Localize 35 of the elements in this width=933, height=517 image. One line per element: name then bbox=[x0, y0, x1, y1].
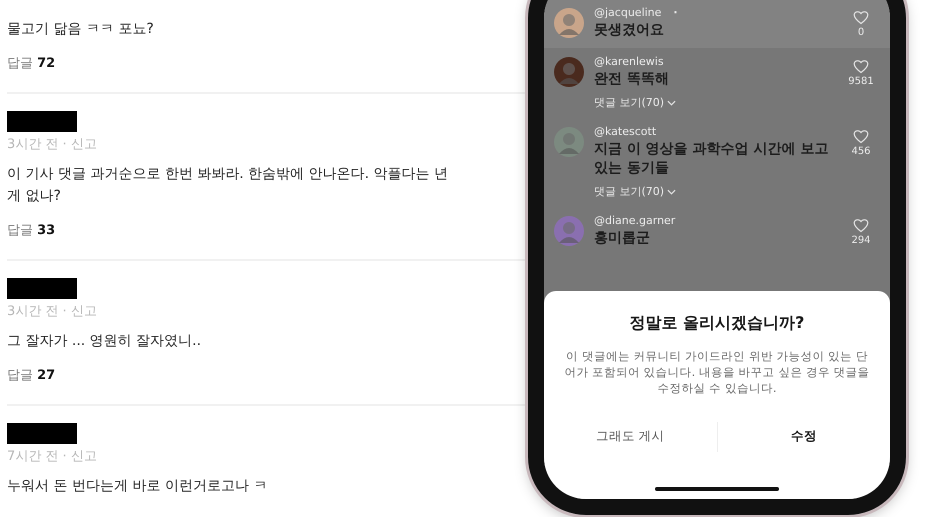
comment-handle[interactable]: @jacqueline bbox=[594, 6, 662, 19]
comment-text: 지금 이 영상을 과학수업 시간에 보고 있는 동기들 bbox=[594, 140, 830, 178]
heart-icon[interactable] bbox=[853, 59, 869, 74]
comment-text: 그 잘자가 ... 영원히 잘자였니.. bbox=[7, 332, 202, 351]
comment-text: 홍미롭군 bbox=[594, 229, 651, 248]
like-count: 0 bbox=[858, 27, 864, 38]
comment-meta: 7시간 전 · 신고 bbox=[7, 448, 98, 465]
replies-link[interactable]: 답글 27 bbox=[7, 366, 56, 384]
comment-text: 물고기 닮음 ㅋㅋ 포뇨? bbox=[7, 20, 155, 39]
chevron-icon[interactable] bbox=[667, 100, 676, 106]
chevron-icon[interactable] bbox=[667, 188, 676, 194]
like-count: 456 bbox=[851, 146, 871, 157]
view-replies-link[interactable]: 댓글 보기(70) bbox=[594, 95, 676, 110]
comment-text: 이 기사 댓글 과거순으로 한번 봐봐라. 한숨밖에 안나온다. 악플다는 년 게 없나? bbox=[7, 165, 449, 206]
dialog-title: 정말로 올리시겠습니까? bbox=[630, 313, 804, 334]
comment-text: 누워서 돈 번다는게 바로 이런거로고나 ㅋ bbox=[7, 477, 268, 496]
heart-icon[interactable] bbox=[853, 218, 869, 233]
comment-handle[interactable]: @diane.garner bbox=[594, 214, 676, 227]
post-anyway-button[interactable]: 그래도 게시 bbox=[544, 420, 716, 453]
view-replies-link[interactable]: 댓글 보기(70) bbox=[594, 184, 676, 199]
separator-dot: · bbox=[673, 6, 678, 19]
edit-button[interactable]: 수정 bbox=[718, 420, 890, 453]
heart-icon[interactable] bbox=[853, 129, 869, 144]
dialog-message: 이 댓글에는 커뮤니티 가이드라인 위반 가능성이 있는 단어가 포함되어 있습니다. 내용을 바꾸고 싶은 경우 댓글을 수정하실 수 있습니다. bbox=[563, 348, 871, 396]
comment-meta: 3시간 전 · 신고 bbox=[7, 303, 98, 320]
heart-icon[interactable] bbox=[853, 10, 869, 25]
like-count: 9581 bbox=[848, 76, 874, 87]
replies-link[interactable]: 답글 72 bbox=[7, 54, 56, 72]
comment-handle[interactable]: @katescott bbox=[594, 125, 656, 138]
comment-text: 못생겼어요 bbox=[594, 21, 665, 40]
like-count: 294 bbox=[851, 235, 871, 246]
replies-link[interactable]: 답글 33 bbox=[7, 221, 56, 239]
comment-meta: 3시간 전 · 신고 bbox=[7, 136, 98, 153]
comment-text: 완전 똑똑해 bbox=[594, 70, 670, 89]
comment-handle[interactable]: @karenlewis bbox=[594, 55, 664, 68]
